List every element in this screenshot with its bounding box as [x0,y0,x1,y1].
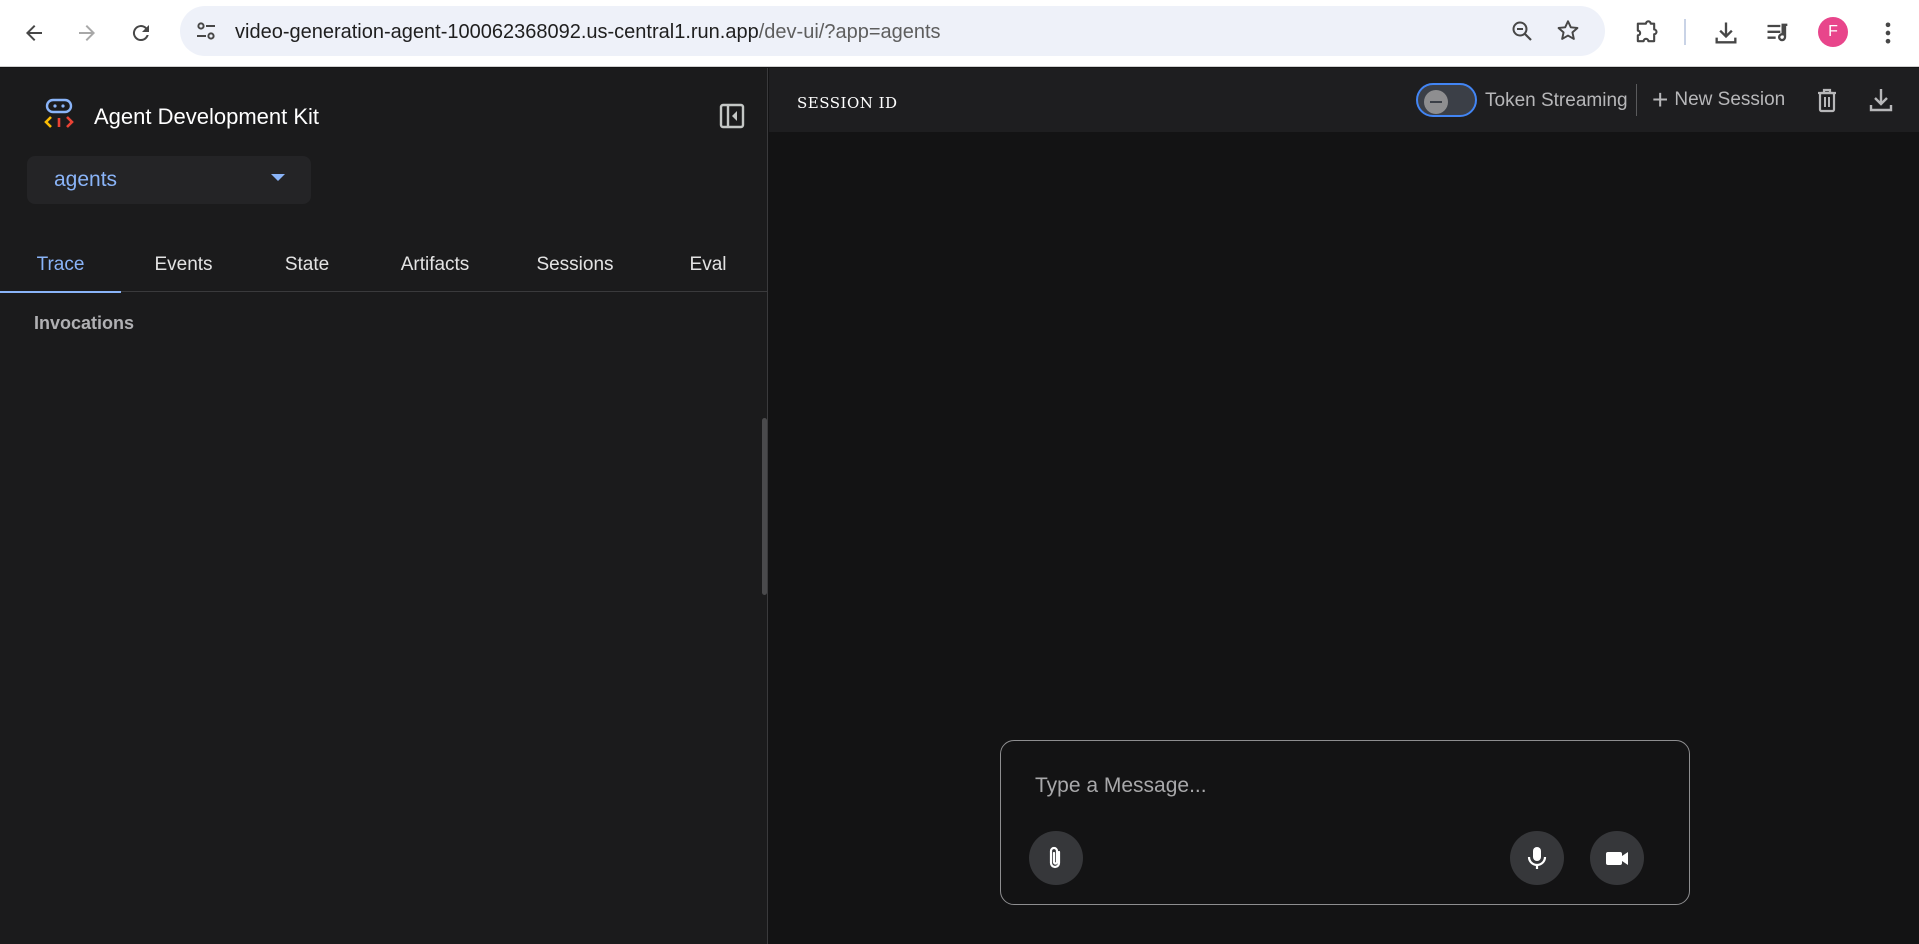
microphone-icon [1527,847,1547,869]
invocations-heading: Invocations [34,313,135,333]
tab-trace[interactable]: Trace [0,238,121,293]
toggle-knob [1424,90,1448,114]
tab-artifacts[interactable]: Artifacts [368,238,502,292]
url-host: video-generation-agent-100062368092.us-c… [235,21,759,43]
reload-button[interactable] [121,13,161,53]
agent-select-value: agents [54,168,118,191]
agent-select[interactable]: agents [27,156,311,204]
back-button[interactable] [14,13,54,53]
paperclip-icon [1049,846,1061,869]
plus-icon: + [1652,84,1669,115]
extensions-icon[interactable] [1632,19,1660,47]
delete-session-icon[interactable] [1813,86,1841,114]
url-path: /dev-ui/?app=agents [758,21,941,43]
new-session-button[interactable]: + New Session [1652,86,1785,114]
app-title: Agent Development Kit [94,104,320,129]
new-session-label: New Session [1674,89,1786,110]
token-streaming-toggle[interactable] [1416,83,1477,117]
microphone-button[interactable] [1510,831,1564,885]
url-text[interactable]: video-generation-agent-100062368092.us-c… [235,21,941,44]
reload-icon [132,25,149,42]
message-input[interactable] [1035,771,1635,801]
adk-logo-icon [44,98,74,128]
video-button[interactable] [1590,831,1644,885]
tab-eval[interactable]: Eval [648,238,768,292]
forward-icon [79,25,95,41]
collapse-panel-icon[interactable] [718,102,746,130]
session-id-label: SESSION ID [797,94,898,112]
forward-button[interactable] [67,13,107,53]
dropdown-caret-icon [271,174,285,181]
tab-events[interactable]: Events [121,238,246,292]
panel-tabs: Trace Events State Artifacts Sessions Ev… [0,238,768,293]
browser-toolbar: video-generation-agent-100062368092.us-c… [0,0,1919,67]
more-menu-icon[interactable] [1874,19,1902,47]
message-composer [1000,740,1690,905]
session-toolbar: SESSION ID Token Streaming + New Session [769,68,1919,132]
chat-panel: SESSION ID Token Streaming + New Session [769,68,1919,944]
export-session-icon[interactable] [1867,86,1895,114]
panel-scrollbar[interactable] [762,418,767,595]
token-streaming-label: Token Streaming [1485,90,1628,111]
back-icon [26,25,42,41]
tab-state[interactable]: State [246,238,368,292]
side-panel: Agent Development Kit agents Trace Event… [0,68,768,944]
toolbar-divider [1684,19,1686,45]
site-settings-icon[interactable] [194,19,218,43]
tab-sessions[interactable]: Sessions [502,238,648,292]
downloads-icon[interactable] [1712,19,1740,47]
media-controls-icon[interactable] [1764,19,1792,47]
address-bar[interactable]: video-generation-agent-100062368092.us-c… [180,6,1605,56]
zoom-icon[interactable] [1510,19,1534,43]
bookmark-star-icon[interactable] [1555,18,1581,44]
attach-button[interactable] [1029,831,1083,885]
profile-avatar[interactable]: F [1818,17,1848,47]
toolbar-divider [1636,84,1637,116]
videocam-icon [1606,852,1628,865]
